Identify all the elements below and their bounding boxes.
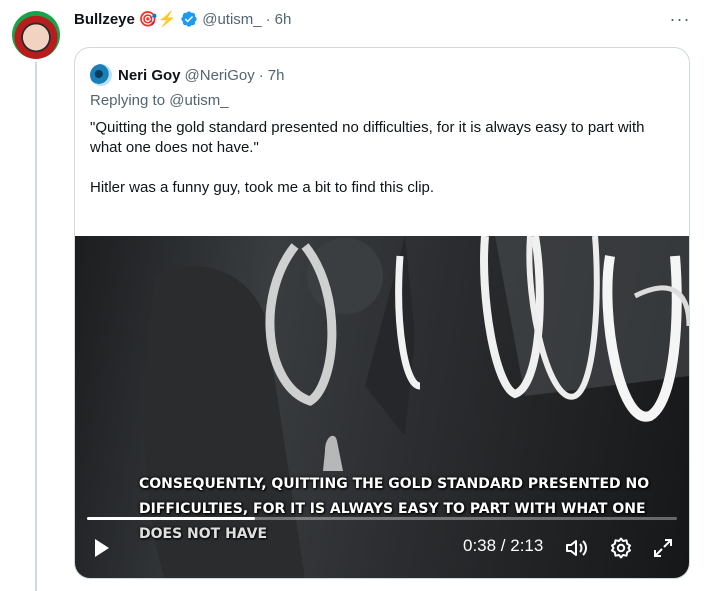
replying-label: Replying to — [90, 92, 166, 109]
thread-line — [35, 62, 37, 591]
quote-author-name[interactable]: Neri Goy — [118, 67, 181, 84]
tweet-time[interactable]: 6h — [275, 11, 292, 28]
replying-handle[interactable]: @utism_ — [169, 92, 228, 109]
quote-time[interactable]: 7h — [268, 67, 285, 84]
author-emojis: 🎯⚡ — [138, 11, 177, 28]
replying-to: Replying to @utism_ — [90, 92, 229, 109]
quote-separator-dot: · — [258, 66, 264, 84]
tweet-header: Bullzeye 🎯⚡ @utism_ · 6h — [74, 8, 291, 30]
author-name[interactable]: Bullzeye — [74, 11, 135, 28]
quote-author-avatar[interactable] — [90, 64, 112, 86]
video-progress-bar[interactable] — [87, 517, 677, 520]
author-avatar[interactable] — [12, 11, 60, 59]
quote-text-line: Hitler was a funny guy, took me a bit to… — [90, 179, 435, 196]
author-handle[interactable]: @utism_ — [202, 11, 261, 28]
volume-icon[interactable] — [564, 536, 590, 560]
video-progress-fill — [87, 517, 256, 520]
quoted-tweet[interactable]: Neri Goy @NeriGoy · 7h Replying to @utis… — [74, 47, 690, 579]
video-controls: 0:38 / 2:13 — [75, 532, 689, 572]
more-icon[interactable]: ··· — [668, 8, 692, 30]
caption-line: CONSEQUENTLY, QUITTING THE GOLD STANDARD… — [139, 476, 650, 492]
video-time: 0:38 / 2:13 — [463, 536, 544, 555]
quote-header: Neri Goy @NeriGoy · 7h — [90, 64, 284, 86]
video-player[interactable]: CONSEQUENTLY, QUITTING THE GOLD STANDARD… — [75, 236, 689, 578]
gear-icon[interactable] — [609, 536, 633, 560]
fullscreen-icon[interactable] — [651, 536, 675, 560]
quote-author-handle[interactable]: @NeriGoy — [185, 67, 255, 84]
quote-text-line: "Quitting the gold standard presented no… — [90, 119, 645, 156]
separator-dot: · — [265, 10, 271, 28]
verified-badge-icon — [180, 10, 198, 28]
play-icon[interactable] — [89, 536, 113, 560]
quote-text: "Quitting the gold standard presented no… — [90, 118, 676, 198]
